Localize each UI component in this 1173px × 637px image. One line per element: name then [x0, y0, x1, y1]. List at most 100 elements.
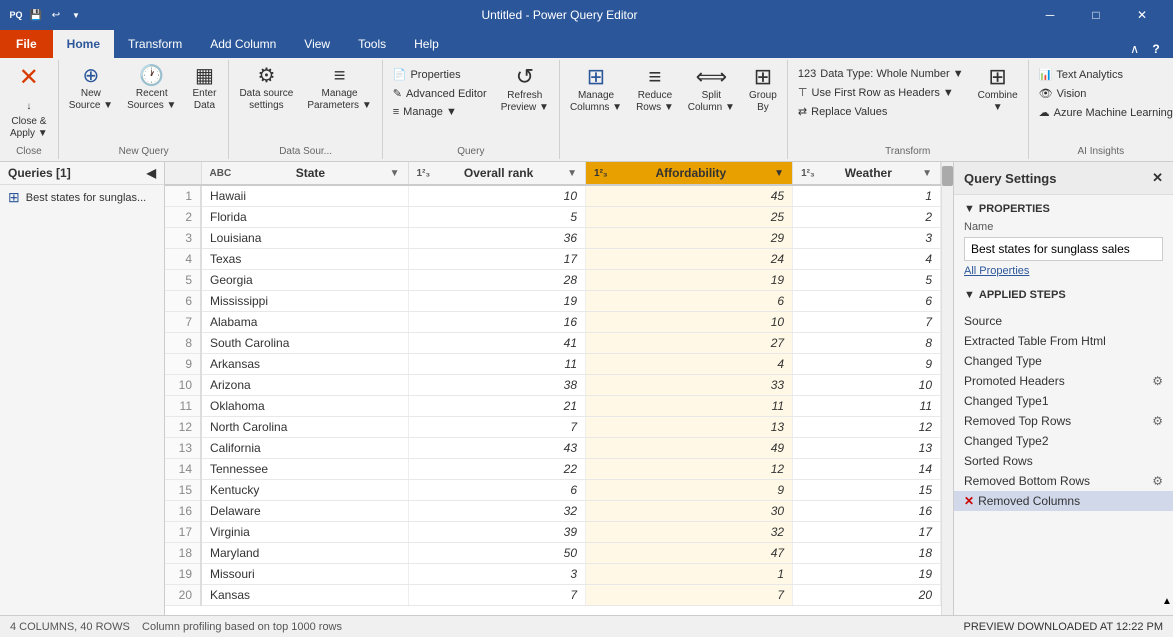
group-by-button[interactable]: ⊞ GroupBy: [743, 62, 783, 118]
manage-parameters-button[interactable]: ≡ ManageParameters ▼: [301, 62, 377, 116]
advanced-editor-button[interactable]: ✎ Advanced Editor: [387, 85, 493, 102]
step-removed-top-rows[interactable]: Removed Top Rows ⚙: [954, 411, 1173, 431]
col-filter-weather[interactable]: ▼: [922, 168, 932, 179]
table-row[interactable]: 10 Arizona 38 33 10: [165, 375, 941, 396]
tab-home[interactable]: Home: [53, 30, 114, 58]
all-properties-link[interactable]: All Properties: [964, 265, 1163, 277]
vision-button[interactable]: 👁 Vision: [1033, 85, 1173, 102]
undo-icon[interactable]: ↩: [48, 7, 64, 23]
step-changed-type[interactable]: Changed Type: [954, 351, 1173, 371]
text-analytics-button[interactable]: 📊 Text Analytics: [1033, 66, 1173, 83]
vertical-scrollbar[interactable]: ▲: [941, 162, 953, 615]
recent-sources-button[interactable]: 🕐 RecentSources ▼: [121, 62, 182, 116]
split-column-button[interactable]: ⟺ SplitColumn ▼: [682, 62, 741, 118]
table-row[interactable]: 1 Hawaii 10 45 1: [165, 185, 941, 207]
table-row[interactable]: 2 Florida 5 25 2: [165, 207, 941, 228]
azure-ml-button[interactable]: ☁ Azure Machine Learning: [1033, 104, 1173, 121]
manage-button[interactable]: ≡ Manage ▼: [387, 104, 493, 120]
close-apply-icon: ✕↓: [19, 66, 39, 114]
col-label-overall: Overall rank: [464, 166, 533, 180]
scroll-up-button[interactable]: ▲: [1162, 596, 1172, 607]
query-item-best-states[interactable]: ⊞ Best states for sunglas...: [0, 185, 164, 210]
manage-group-label: [564, 155, 783, 157]
dropdown-icon[interactable]: ▼: [68, 7, 84, 23]
table-row[interactable]: 20 Kansas 7 7 20: [165, 585, 941, 606]
settings-close-icon[interactable]: ✕: [1152, 170, 1163, 186]
data-source-group-content: ⚙ Data sourcesettings ≡ ManageParameters…: [233, 62, 377, 144]
step-gear-icon[interactable]: ⚙: [1152, 374, 1163, 388]
affordability-cell: 11: [586, 396, 793, 417]
collapse-ribbon-icon[interactable]: ∧: [1130, 42, 1139, 56]
weather-cell: 1: [793, 185, 941, 207]
combine-button[interactable]: ⊞ Combine▼: [972, 62, 1024, 118]
state-cell: Kansas: [201, 585, 408, 606]
tab-view[interactable]: View: [290, 30, 344, 58]
data-grid[interactable]: ABC State ▼ 1²₃ Overall rank ▼: [165, 162, 941, 615]
table-row[interactable]: 15 Kentucky 6 9 15: [165, 480, 941, 501]
replace-values-button[interactable]: ⇄ Replace Values: [792, 103, 970, 120]
maximize-button[interactable]: □: [1073, 0, 1119, 30]
step-sorted-rows[interactable]: Sorted Rows: [954, 451, 1173, 471]
table-row[interactable]: 19 Missouri 3 1 19: [165, 564, 941, 585]
affordability-cell: 4: [586, 354, 793, 375]
col-filter-overall[interactable]: ▼: [567, 168, 577, 179]
step-promoted-headers[interactable]: Promoted Headers ⚙: [954, 371, 1173, 391]
step-changed-type2[interactable]: Changed Type2: [954, 431, 1173, 451]
step-gear-icon[interactable]: ⚙: [1152, 474, 1163, 488]
close-apply-button[interactable]: ✕↓ Close &Apply ▼: [4, 62, 54, 144]
table-row[interactable]: 12 North Carolina 7 13 12: [165, 417, 941, 438]
tab-transform[interactable]: Transform: [114, 30, 196, 58]
table-row[interactable]: 17 Virginia 39 32 17: [165, 522, 941, 543]
row-num-cell: 10: [165, 375, 201, 396]
data-source-settings-button[interactable]: ⚙ Data sourcesettings: [233, 62, 299, 116]
step-source[interactable]: Source: [954, 311, 1173, 331]
tab-help[interactable]: Help: [400, 30, 453, 58]
save-icon[interactable]: 💾: [28, 7, 44, 23]
table-row[interactable]: 14 Tennessee 22 12 14: [165, 459, 941, 480]
weather-cell: 8: [793, 333, 941, 354]
enter-data-icon: ▦: [195, 66, 214, 86]
overall-rank-cell: 19: [408, 291, 585, 312]
step-label-promoted-headers: Promoted Headers: [964, 374, 1065, 388]
table-row[interactable]: 8 South Carolina 41 27 8: [165, 333, 941, 354]
new-source-label: NewSource ▼: [69, 88, 113, 112]
table-row[interactable]: 4 Texas 17 24 4: [165, 249, 941, 270]
refresh-preview-button[interactable]: ↺ RefreshPreview ▼: [495, 62, 555, 118]
table-row[interactable]: 11 Oklahoma 21 11 11: [165, 396, 941, 417]
table-row[interactable]: 18 Maryland 50 47 18: [165, 543, 941, 564]
properties-icon: 📄: [393, 68, 407, 81]
step-changed-type1[interactable]: Changed Type1: [954, 391, 1173, 411]
data-source-group-label: Data Sour...: [233, 144, 377, 157]
table-row[interactable]: 16 Delaware 32 30 16: [165, 501, 941, 522]
recent-sources-label: RecentSources ▼: [127, 88, 176, 112]
tab-add-column[interactable]: Add Column: [196, 30, 290, 58]
table-row[interactable]: 5 Georgia 28 19 5: [165, 270, 941, 291]
settings-title: Query Settings: [964, 171, 1056, 186]
table-row[interactable]: 7 Alabama 16 10 7: [165, 312, 941, 333]
tab-file[interactable]: File: [0, 30, 53, 58]
affordability-cell: 7: [586, 585, 793, 606]
queries-collapse-icon[interactable]: ◀: [147, 166, 156, 180]
table-row[interactable]: 9 Arkansas 11 4 9: [165, 354, 941, 375]
minimize-button[interactable]: ─: [1027, 0, 1073, 30]
close-window-button[interactable]: ✕: [1119, 0, 1165, 30]
step-extracted-table[interactable]: Extracted Table From Html: [954, 331, 1173, 351]
reduce-rows-button[interactable]: ≡ ReduceRows ▼: [630, 62, 680, 118]
tab-tools[interactable]: Tools: [344, 30, 400, 58]
query-name-input[interactable]: [964, 237, 1163, 261]
data-type-button[interactable]: 123 Data Type: Whole Number ▼: [792, 66, 970, 82]
step-removed-bottom-rows[interactable]: Removed Bottom Rows ⚙: [954, 471, 1173, 491]
table-row[interactable]: 6 Mississippi 19 6 6: [165, 291, 941, 312]
manage-columns-button[interactable]: ⊞ ManageColumns ▼: [564, 62, 628, 118]
step-removed-columns[interactable]: ✕Removed Columns: [954, 491, 1173, 511]
help-icon[interactable]: ?: [1147, 40, 1165, 58]
enter-data-button[interactable]: ▦ EnterData: [184, 62, 224, 116]
step-gear-icon[interactable]: ⚙: [1152, 414, 1163, 428]
table-row[interactable]: 13 California 43 49 13: [165, 438, 941, 459]
col-filter-affordability[interactable]: ▼: [774, 168, 784, 179]
table-row[interactable]: 3 Louisiana 36 29 3: [165, 228, 941, 249]
col-filter-state[interactable]: ▼: [390, 168, 400, 179]
new-source-button[interactable]: ⊕ NewSource ▼: [63, 62, 119, 116]
use-first-row-button[interactable]: ⊤ Use First Row as Headers ▼: [792, 84, 970, 101]
properties-button[interactable]: 📄 Properties: [387, 66, 493, 83]
